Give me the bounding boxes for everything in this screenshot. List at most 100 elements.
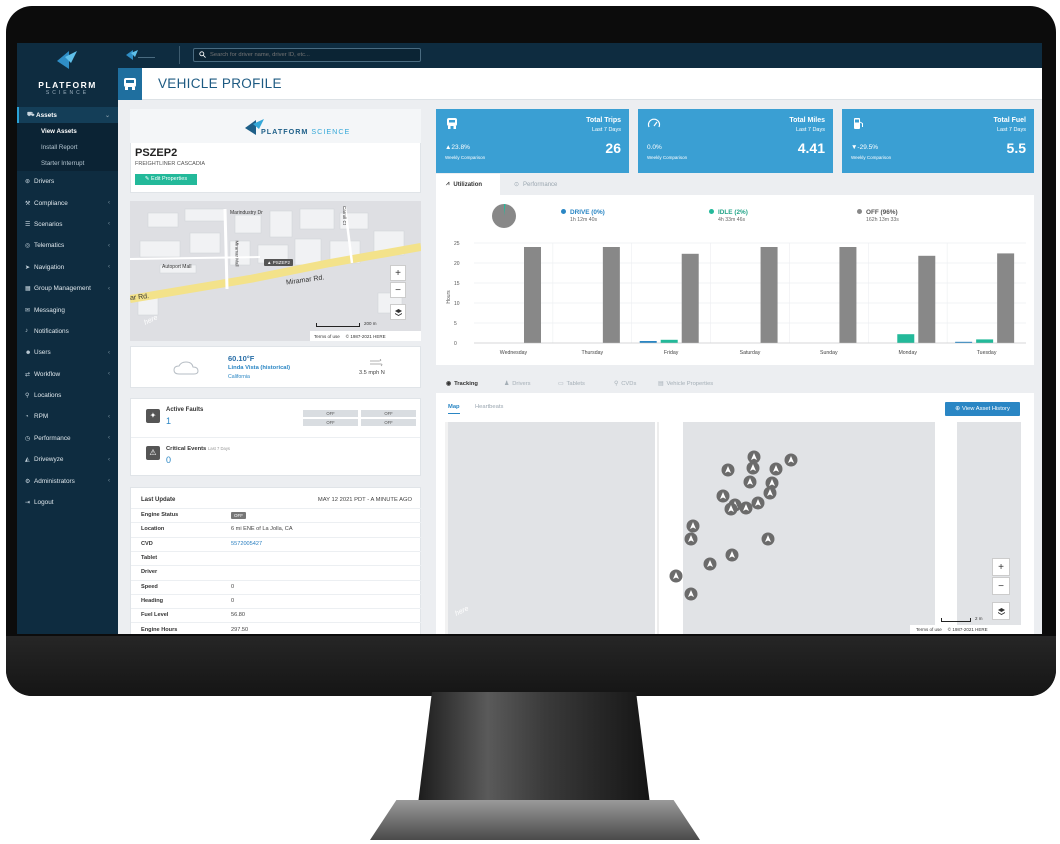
sidebar-item-logout[interactable]: ⇥ Logout xyxy=(17,492,118,513)
sidebar-item-label: Drivewyze xyxy=(34,456,64,464)
edit-properties-button[interactable]: ✎ Edit Properties xyxy=(135,174,197,185)
sidebar-item-compliance[interactable]: ⚒ Compliance ‹ xyxy=(17,192,118,213)
sidebar-item-drivers[interactable]: ⊛ Drivers xyxy=(17,171,118,192)
back-logo-icon[interactable] xyxy=(126,50,156,60)
vehicle-info-card: Last Update MAY 12 2021 PDT - A MINUTE A… xyxy=(130,487,422,634)
vehicle-marker-icon[interactable] xyxy=(751,496,765,510)
map-layers-button[interactable] xyxy=(992,602,1010,620)
sidebar-item-drivewyze[interactable]: ◭ Drivewyze ‹ xyxy=(17,449,118,470)
vehicle-marker-icon[interactable] xyxy=(703,557,717,571)
chevron-icon: ⌄ xyxy=(104,112,110,119)
tab-cvds[interactable]: ⚲ CVDs xyxy=(614,374,636,393)
layers-icon xyxy=(394,308,402,316)
sidebar-item-assets[interactable]: ⛟ Assets ⌄ xyxy=(17,107,118,123)
tab-tracking[interactable]: ◉ Tracking xyxy=(446,374,478,393)
vehicle-marker-icon[interactable] xyxy=(724,502,738,516)
critical-events-count[interactable]: 0 xyxy=(166,455,171,465)
vehicle-marker-icon[interactable] xyxy=(769,462,783,476)
y-tick-label: 10 xyxy=(454,301,460,307)
critical-events-period: Last 7 Days xyxy=(207,446,231,451)
tab-tablets[interactable]: ▭ Tablets xyxy=(558,374,585,393)
sidebar-item-administrators[interactable]: ⚙ Administrators ‹ xyxy=(17,470,118,491)
tab-utilization[interactable]: ⩘ Utilization xyxy=(436,174,500,195)
sidebar-item-users[interactable]: ☻ Users ‹ xyxy=(17,342,118,363)
tablet-icon: ▭ xyxy=(558,380,564,387)
info-row: Speed 0 xyxy=(131,579,422,593)
tracking-map[interactable]: + − here 2 m Terms of use © 1987-2021 HE… xyxy=(445,422,1021,634)
subtab-map[interactable]: Map xyxy=(448,404,460,414)
zoom-in-button[interactable]: + xyxy=(390,265,406,281)
vehicle-marker-icon[interactable] xyxy=(761,532,775,546)
sidebar-item-label: Group Management xyxy=(34,285,91,293)
page-header: VEHICLE PROFILE xyxy=(118,68,1042,100)
tab-performance[interactable]: ⊙ Performance xyxy=(504,174,584,195)
wrench-icon: ✦ xyxy=(146,409,160,423)
y-tick-label: 5 xyxy=(454,321,457,327)
sidebar-item-label: Locations xyxy=(34,392,62,400)
sidebar-item-label: Drivers xyxy=(34,178,55,186)
subtab-heartbeats[interactable]: Heartbeats xyxy=(475,404,503,410)
sidebar-item-performance[interactable]: ◷ Performance ‹ xyxy=(17,428,118,449)
sidebar-item-locations[interactable]: ⚲ Locations xyxy=(17,385,118,406)
tab-drivers[interactable]: ♟ Drivers xyxy=(504,374,531,393)
info-key: Tablet xyxy=(141,555,158,562)
bar-off xyxy=(918,255,936,343)
vehicle-location-map[interactable]: Marindustry Dr Autoport Mall Miramar Rd.… xyxy=(130,201,421,341)
vehicle-marker-icon[interactable] xyxy=(739,501,753,515)
info-row: Heading 0 xyxy=(131,593,422,607)
vehicle-marker-icon[interactable] xyxy=(721,463,735,477)
view-asset-history-button[interactable]: ⊕ View Asset History xyxy=(945,402,1020,416)
vehicle-marker-icon[interactable] xyxy=(686,519,700,533)
sidebar-item-scenarios[interactable]: ☰ Scenarios ‹ xyxy=(17,214,118,235)
sidebar-item-navigation[interactable]: ➤ Navigation ‹ xyxy=(17,257,118,278)
chevron-icon: ‹ xyxy=(108,221,110,228)
submenu-item-starter-interrupt[interactable]: Starter Interrupt xyxy=(17,155,118,171)
idle-legend: IDLE (2%) 4h 33m 46s xyxy=(709,209,748,223)
info-value[interactable]: 5572005427 xyxy=(231,541,262,547)
vehicle-marker-icon[interactable] xyxy=(746,461,760,475)
logo-subtitle: SCIENCE xyxy=(45,90,90,96)
vehicle-marker-icon[interactable] xyxy=(716,489,730,503)
tab-vehicle-properties-label: Vehicle Properties xyxy=(666,380,714,387)
sidebar-item-messaging[interactable]: ✉ Messaging xyxy=(17,299,118,320)
vehicle-model: FREIGHTLINER CASCADIA xyxy=(135,161,205,167)
sidebar-item-workflow[interactable]: ⇄ Workflow ‹ xyxy=(17,364,118,385)
tile-change: ▲23.8% xyxy=(445,144,470,151)
vehicle-map-marker[interactable]: ▲ PSZEP2 xyxy=(264,259,293,266)
navigation-icon: ➤ xyxy=(25,264,31,271)
y-tick-label: 20 xyxy=(454,261,460,267)
sidebar-item-telematics[interactable]: ◎ Telematics ‹ xyxy=(17,235,118,256)
map-terms-link[interactable]: Terms of use xyxy=(314,334,340,339)
tab-utilization-label: Utilization xyxy=(453,181,483,188)
faults-divider xyxy=(131,437,420,438)
layers-button[interactable] xyxy=(390,304,406,320)
vehicle-marker-icon[interactable] xyxy=(747,450,761,464)
sidebar-item-notifications[interactable]: ♪ Notifications xyxy=(17,321,118,342)
vehicle-marker-icon[interactable] xyxy=(669,569,683,583)
map-zoom-out-button[interactable]: − xyxy=(992,577,1010,595)
chevron-icon: ‹ xyxy=(108,456,110,463)
brand-banner-text: PLATFORM SCIENCE xyxy=(261,127,350,136)
vehicle-marker-icon[interactable] xyxy=(684,532,698,546)
active-faults-count[interactable]: 1 xyxy=(166,416,171,426)
line-chart-icon: ⩘ xyxy=(446,181,450,187)
sidebar-item-rpm[interactable]: ◔ RPM ‹ xyxy=(17,406,118,427)
platform-science-logo[interactable]: PLATFORM SCIENCE xyxy=(17,43,118,103)
submenu-item-view-assets[interactable]: View Assets xyxy=(17,123,118,139)
sidebar-item-label: Users xyxy=(34,349,51,357)
bar-off xyxy=(602,247,620,343)
vehicle-marker-icon[interactable] xyxy=(784,453,798,467)
sidebar-item-group-management[interactable]: ▦ Group Management ‹ xyxy=(17,278,118,299)
submenu-item-install-report[interactable]: Install Report xyxy=(17,139,118,155)
map-terms-link[interactable]: Terms of use xyxy=(916,627,942,632)
bar-off xyxy=(681,253,699,343)
vehicle-marker-icon[interactable] xyxy=(684,587,698,601)
search-input[interactable] xyxy=(193,48,421,62)
tile-period: Last 7 Days xyxy=(996,127,1026,133)
tab-vehicle-properties[interactable]: ▤ Vehicle Properties xyxy=(658,374,713,393)
vehicle-marker-icon[interactable] xyxy=(725,548,739,562)
vehicle-marker-icon[interactable] xyxy=(743,475,757,489)
vehicle-marker-icon[interactable] xyxy=(763,486,777,500)
zoom-out-button[interactable]: − xyxy=(390,282,406,298)
map-zoom-in-button[interactable]: + xyxy=(992,558,1010,576)
